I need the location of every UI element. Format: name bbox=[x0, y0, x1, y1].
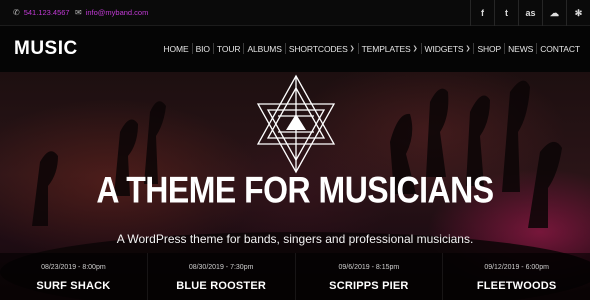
nav-bio[interactable]: BIO bbox=[193, 44, 213, 54]
facebook-icon[interactable]: f bbox=[470, 0, 494, 26]
contact-phone[interactable]: ✆ 541.123.4567 bbox=[13, 8, 70, 17]
nav-albums[interactable]: ALBUMS bbox=[244, 44, 284, 54]
site-header: MUSIC HOME BIO TOUR ALBUMS SHORTCODES ❯ T… bbox=[0, 26, 590, 72]
nav-shop-label: SHOP bbox=[477, 43, 502, 54]
event-item[interactable]: 09/12/2019 - 6:00pm FLEETWOODS bbox=[443, 253, 590, 300]
contact-email[interactable]: ✉ info@myband.com bbox=[75, 8, 148, 17]
nav-widgets-label: WIDGETS bbox=[424, 43, 464, 54]
nav-shortcodes[interactable]: SHORTCODES ❯ bbox=[286, 44, 358, 54]
event-item[interactable]: 09/6/2019 - 8:15pm SCRIPPS PIER bbox=[296, 253, 444, 300]
nav-albums-label: ALBUMS bbox=[247, 43, 282, 54]
event-date: 09/6/2019 - 8:15pm bbox=[338, 264, 400, 271]
nav-bio-label: BIO bbox=[195, 43, 210, 54]
nav-home[interactable]: HOME bbox=[160, 44, 191, 54]
event-name[interactable]: BLUE ROOSTER bbox=[148, 280, 295, 292]
phone-icon: ✆ bbox=[13, 7, 20, 17]
top-bar: ✆ 541.123.4567 ✉ info@myband.com f t as … bbox=[0, 0, 590, 26]
chevron-down-icon: ❯ bbox=[412, 46, 418, 52]
hero-subtitle: A WordPress theme for bands, singers and… bbox=[116, 232, 474, 246]
chevron-down-icon: ❯ bbox=[349, 46, 355, 52]
nav-news[interactable]: NEWS bbox=[505, 44, 536, 54]
upcoming-events: 08/23/2019 - 8:00pm SURF SHACK 08/30/201… bbox=[0, 253, 590, 300]
email-address[interactable]: info@myband.com bbox=[86, 8, 149, 17]
phone-number[interactable]: 541.123.4567 bbox=[24, 8, 70, 17]
nav-contact-label: CONTACT bbox=[540, 43, 580, 54]
triangle-emblem-icon bbox=[256, 74, 336, 174]
event-item[interactable]: 08/23/2019 - 8:00pm SURF SHACK bbox=[0, 253, 148, 300]
event-date: 08/30/2019 - 7:30pm bbox=[188, 264, 254, 271]
nav-shop[interactable]: SHOP bbox=[474, 44, 504, 54]
nav-templates-label: TEMPLATES bbox=[361, 43, 411, 54]
nav-home-label: HOME bbox=[163, 43, 189, 54]
event-name[interactable]: SCRIPPS PIER bbox=[296, 280, 443, 292]
twitter-icon[interactable]: t bbox=[494, 0, 518, 26]
event-name[interactable]: SURF SHACK bbox=[0, 280, 147, 292]
nav-contact[interactable]: CONTACT bbox=[537, 44, 583, 54]
site-logo[interactable]: MUSIC bbox=[14, 38, 78, 60]
nav-templates[interactable]: TEMPLATES ❯ bbox=[359, 44, 421, 54]
nav-tour-label: TOUR bbox=[216, 43, 241, 54]
nav-news-label: NEWS bbox=[508, 43, 534, 54]
yelp-icon[interactable]: ✻ bbox=[566, 0, 590, 26]
social-links: f t as ☁ ✻ bbox=[470, 0, 590, 26]
lastfm-icon[interactable]: as bbox=[518, 0, 542, 26]
event-date: 08/23/2019 - 8:00pm bbox=[41, 264, 106, 271]
nav-widgets[interactable]: WIDGETS ❯ bbox=[422, 44, 474, 54]
event-name[interactable]: FLEETWOODS bbox=[443, 280, 590, 292]
envelope-icon: ✉ bbox=[75, 7, 82, 17]
hero-title: A THEME FOR MUSICIANS bbox=[96, 169, 494, 211]
event-item[interactable]: 08/30/2019 - 7:30pm BLUE ROOSTER bbox=[148, 253, 296, 300]
soundcloud-icon[interactable]: ☁ bbox=[542, 0, 566, 26]
main-nav: HOME BIO TOUR ALBUMS SHORTCODES ❯ TEMPLAT… bbox=[160, 43, 583, 54]
nav-tour[interactable]: TOUR bbox=[214, 44, 244, 54]
nav-shortcodes-label: SHORTCODES bbox=[288, 43, 348, 54]
event-date: 09/12/2019 - 6:00pm bbox=[484, 264, 549, 271]
chevron-down-icon: ❯ bbox=[465, 46, 471, 52]
